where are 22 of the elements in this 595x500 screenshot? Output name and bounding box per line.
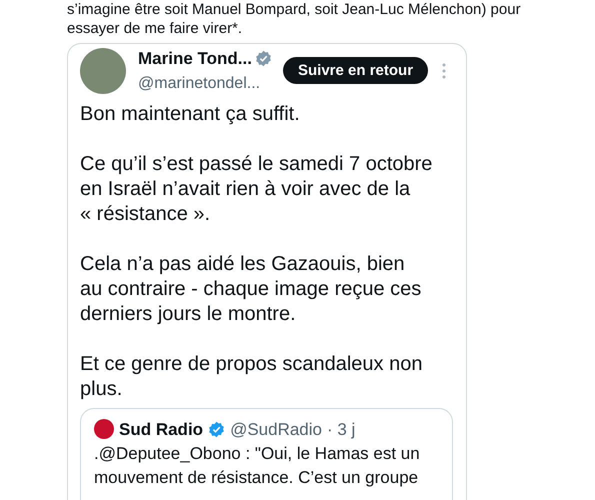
author-name: Marine Tond... <box>138 48 252 70</box>
quoted-tweet-text: .@Deputee_Obono : "Oui, le Hamas est un <box>94 443 421 465</box>
author-handle: @marinetondel... <box>138 74 262 94</box>
tweet-text: Et ce genre de propos scandaleux non <box>80 352 424 376</box>
article-text: s’imagine être soit Manuel Bompard, soit Jean-Luc Mélenchon) pour <box>67 0 522 19</box>
more-options-icon[interactable] <box>442 62 446 79</box>
avatar-photo-placeholder <box>80 48 126 94</box>
sud-radio-logo-icon <box>94 419 114 440</box>
tweet-text: Cela n’a pas aidé les Gazaouis, bien <box>80 252 406 276</box>
quoted-author-name: Sud Radio <box>119 418 204 440</box>
tweet-text: Bon maintenant ça suffit. <box>80 102 301 126</box>
follow-button[interactable]: Suivre en retour <box>283 57 428 84</box>
tweet-text: « résistance ». <box>80 202 212 226</box>
tweet-text: au contraire - chaque image reçue ces <box>80 276 422 302</box>
quoted-tweet-time: · 3 j <box>327 418 356 440</box>
quoted-author-handle: @SudRadio <box>230 418 322 440</box>
tweet-text: derniers jours le montre. <box>80 302 297 326</box>
tweet-text: Ce qu’il s’est passé le samedi 7 octobre <box>80 152 434 176</box>
article-text: essayer de me faire virer*. <box>67 19 244 38</box>
tweet-text: en Israël n’avait rien à voir avec de la <box>80 176 412 202</box>
tweet-text: plus. <box>80 376 124 402</box>
quoted-tweet-text: mouvement de résistance. C’est un groupe <box>94 467 420 489</box>
